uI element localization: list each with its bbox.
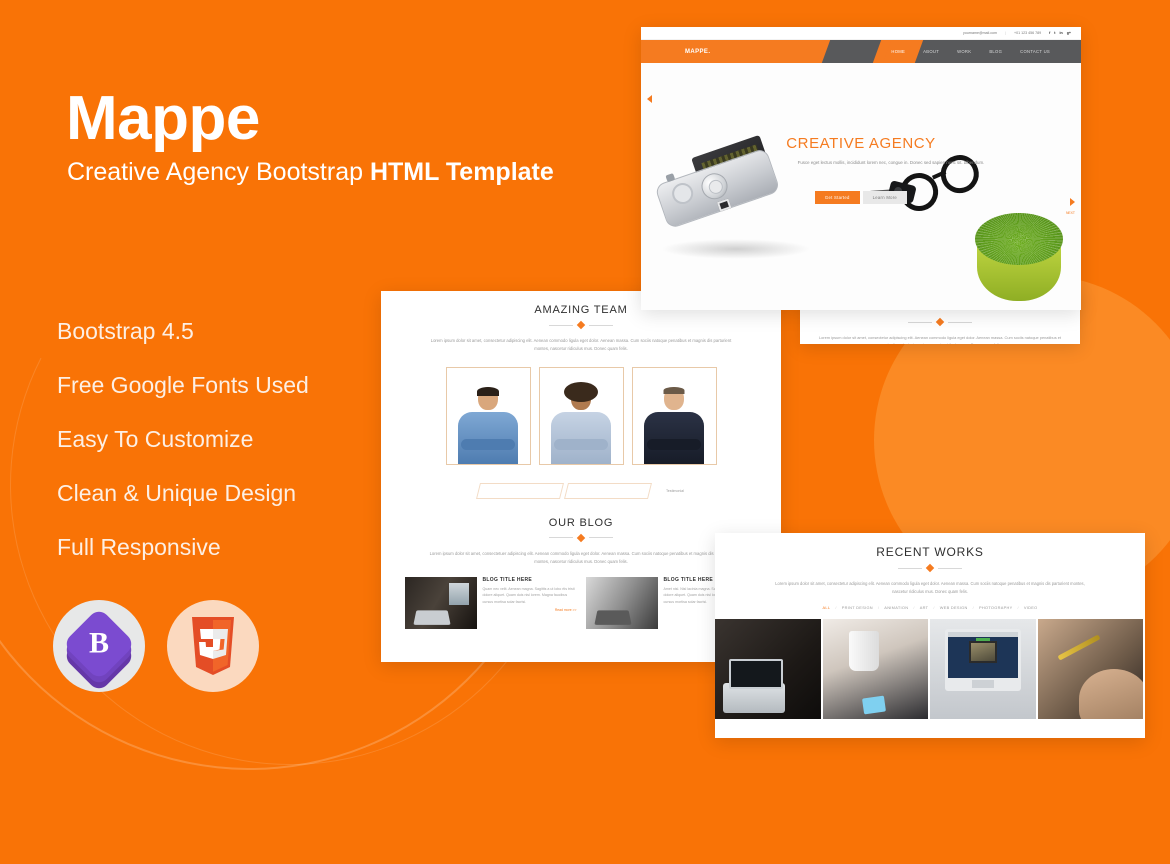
twitter-icon[interactable]: t — [1054, 31, 1055, 35]
feature-list: Bootstrap 4.5 Free Google Fonts Used Eas… — [57, 318, 309, 588]
hero-section: CREATIVE AGENCY Fusce eget lectus mollis… — [641, 63, 1081, 310]
nav-links: HOME ABOUT WORK BLOG CONTACT US — [816, 40, 1081, 63]
divider-diamond-icon — [925, 563, 935, 573]
nav-logo-area[interactable]: MAPPE. — [641, 40, 816, 63]
portfolio-grid — [715, 618, 1145, 719]
filter-photography[interactable]: PHOTOGRAPHY — [979, 605, 1013, 610]
filter-slash: / — [913, 604, 915, 610]
feature-item: Bootstrap 4.5 — [57, 318, 194, 344]
nav-item-contact[interactable]: CONTACT US — [1011, 40, 1059, 63]
slider-next-arrow-icon — [1070, 198, 1075, 206]
promo-pane: Mappe Creative Agency Bootstrap HTML Tem… — [0, 0, 600, 780]
linkedin-icon[interactable]: in — [1060, 31, 1063, 35]
works-mockup-panel: RECENT WORKS Lorem ipsum dolor sit amet,… — [715, 533, 1145, 738]
page-subtitle: Creative Agency Bootstrap HTML Template — [67, 158, 554, 187]
filter-video[interactable]: VIDEO — [1024, 605, 1038, 610]
bootstrap-letter: B — [88, 626, 110, 660]
portfolio-filter-bar: ALL / PRINT DESIGN / ANIMATION / ART / W… — [715, 605, 1145, 610]
filter-slash: / — [877, 604, 880, 610]
facebook-icon[interactable]: f — [1049, 31, 1050, 35]
nav-item-blog[interactable]: BLOG — [980, 40, 1011, 63]
filter-animation[interactable]: ANIMATION — [884, 605, 908, 610]
filter-print-design[interactable]: PRINT DESIGN — [842, 605, 873, 610]
works-section: RECENT WORKS Lorem ipsum dolor sit amet,… — [715, 533, 1145, 719]
feature-item: Full Responsive — [57, 534, 221, 560]
get-started-button[interactable]: Get Started — [814, 191, 860, 204]
team-member-photo — [644, 386, 704, 464]
bootstrap-logo-icon: B — [53, 600, 145, 693]
filter-slash: / — [835, 604, 837, 610]
page-title: Mappe — [66, 84, 260, 153]
site-logo: MAPPE. — [685, 48, 711, 55]
camera-shadow — [661, 239, 811, 259]
slider-next-label: NEXT — [1065, 211, 1075, 215]
nav-item-home[interactable]: HOME — [882, 40, 915, 63]
filter-web-design[interactable]: WEB DESIGN — [940, 605, 968, 610]
feature-item: Easy To Customize — [57, 426, 254, 452]
slider-next-control[interactable]: NEXT — [1066, 193, 1075, 215]
learn-more-button[interactable]: Learn More — [862, 191, 908, 204]
tech-badge-group: B — [53, 600, 259, 693]
subtitle-bold-text: HTML Template — [369, 158, 554, 186]
site-topbar: yourname@mail.com | +01 123 456 789 f t … — [641, 27, 1081, 40]
about-paragraph: Lorem ipsum dolor sit amet, consectetur … — [818, 335, 1061, 344]
section-divider — [800, 317, 1080, 327]
hero-button-group: Get Started Learn More — [641, 191, 1081, 204]
grass-plant-image — [971, 213, 1067, 301]
subtitle-light-text: Creative Agency Bootstrap — [67, 158, 370, 186]
section-divider — [715, 563, 1145, 573]
hero-mockup-panel: yourname@mail.com | +01 123 456 789 f t … — [641, 27, 1081, 310]
googleplus-icon[interactable]: g+ — [1067, 31, 1071, 35]
filter-all[interactable]: ALL — [822, 605, 830, 610]
hero-paragraph: Fusce eget lectus mollis, incididunt lor… — [797, 160, 985, 165]
works-paragraph: Lorem ipsum dolor sit amet, consectetur … — [775, 581, 1085, 594]
works-heading: RECENT WORKS — [876, 545, 984, 559]
feature-item: Free Google Fonts Used — [57, 372, 309, 398]
team-member-card[interactable] — [631, 366, 717, 465]
filter-art[interactable]: ART — [920, 605, 929, 610]
topbar-email[interactable]: yourname@mail.com — [963, 31, 997, 35]
nav-item-work[interactable]: WORK — [948, 40, 980, 63]
portfolio-item-laptop-desk[interactable] — [715, 618, 823, 719]
portfolio-item-coffee-phone[interactable] — [822, 618, 930, 719]
testimonial-label: Testimonial — [666, 488, 684, 493]
filter-slash: / — [933, 604, 935, 610]
portfolio-item-hand-pen[interactable] — [1037, 618, 1145, 719]
divider-diamond-icon — [935, 317, 945, 327]
topbar-separator: | — [1005, 31, 1006, 35]
site-navbar: MAPPE. HOME ABOUT WORK BLOG CONTACT US — [641, 40, 1081, 63]
portfolio-item-imac-website[interactable] — [930, 618, 1038, 719]
hero-heading: CREATIVE AGENCY — [786, 135, 936, 152]
filter-slash: / — [972, 604, 974, 610]
social-links: f t in g+ — [1049, 31, 1071, 35]
filter-slash: / — [1017, 604, 1019, 610]
topbar-phone[interactable]: +01 123 456 789 — [1014, 31, 1041, 35]
html5-shield-shape — [192, 617, 234, 675]
slider-prev-arrow-icon[interactable] — [647, 95, 652, 103]
html5-logo-icon — [167, 600, 259, 692]
feature-item: Clean & Unique Design — [57, 480, 297, 506]
